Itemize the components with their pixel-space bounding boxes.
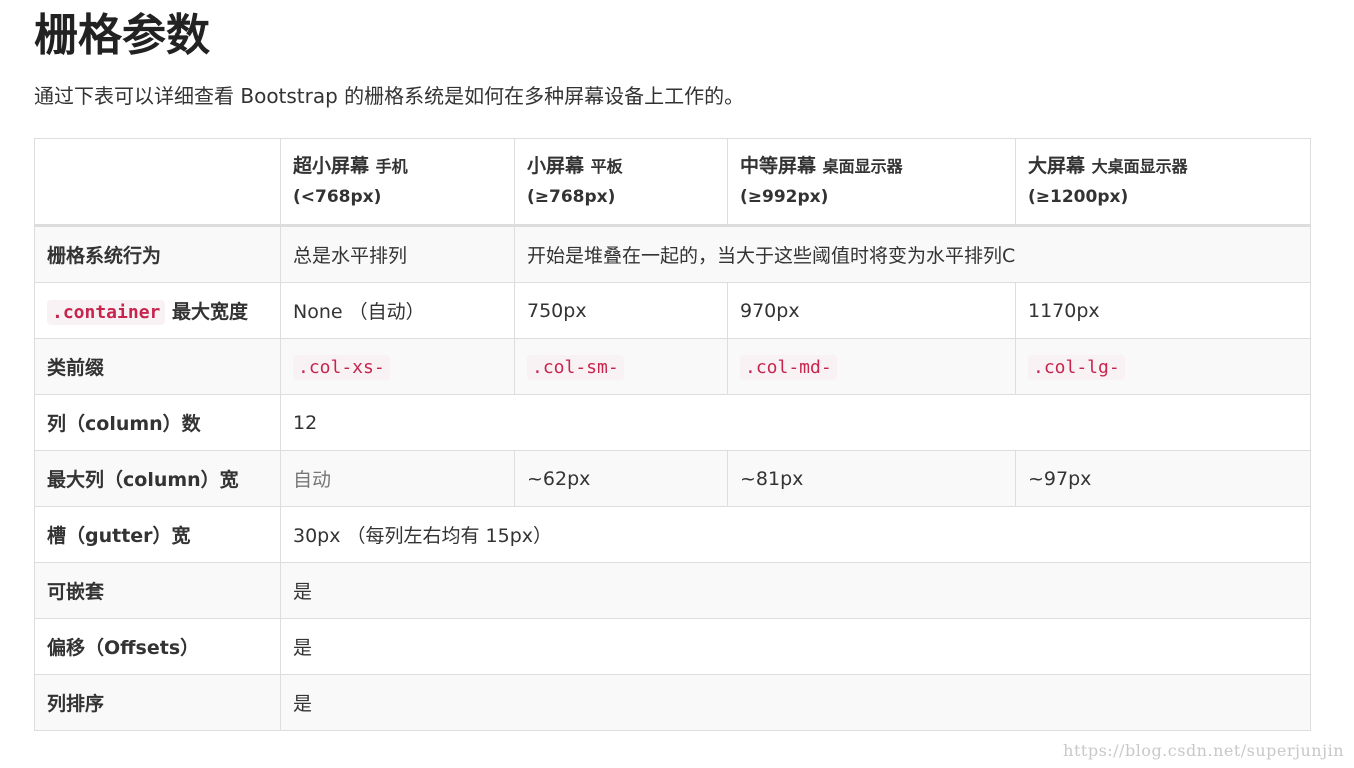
cell-ordering-value: 是 <box>280 674 1311 731</box>
cell-behavior-rest: 开始是堆叠在一起的，当大于这些阈值时将变为水平排列C <box>514 225 1311 283</box>
cell-prefix-xs: .col-xs- <box>280 338 515 395</box>
header-md-title: 中等屏幕 <box>740 155 817 177</box>
table-row-colwidth: 最大列（column）宽 自动 ~62px ~81px ~97px <box>34 450 1311 507</box>
header-lg-range: (≥1200px) <box>1028 187 1129 207</box>
table-row-container: .container 最大宽度 None （自动） 750px 970px 11… <box>34 282 1311 339</box>
row-label-offsets: 偏移（Offsets） <box>34 618 281 675</box>
table-row-nestable: 可嵌套 是 <box>34 562 1311 619</box>
cell-columns-value: 12 <box>280 394 1311 451</box>
row-label-prefix: 类前缀 <box>34 338 281 395</box>
cell-container-lg: 1170px <box>1015 282 1311 339</box>
prefix-sm-code: .col-sm- <box>527 354 624 380</box>
table-row-behavior: 栅格系统行为 总是水平排列 开始是堆叠在一起的，当大于这些阈值时将变为水平排列C <box>34 225 1311 283</box>
table-row-gutter: 槽（gutter）宽 30px （每列左右均有 15px） <box>34 506 1311 563</box>
header-md-range: (≥992px) <box>740 187 829 207</box>
container-code: .container <box>47 300 166 325</box>
row-label-behavior: 栅格系统行为 <box>34 225 281 283</box>
cell-nestable-value: 是 <box>280 562 1311 619</box>
header-sm: 小屏幕 平板 (≥768px) <box>514 138 728 227</box>
header-xs: 超小屏幕 手机 (<768px) <box>280 138 515 227</box>
table-body: 栅格系统行为 总是水平排列 开始是堆叠在一起的，当大于这些阈值时将变为水平排列C… <box>34 225 1311 731</box>
cell-container-sm: 750px <box>514 282 728 339</box>
row-label-colwidth: 最大列（column）宽 <box>34 450 281 507</box>
cell-offsets-value: 是 <box>280 618 1311 675</box>
header-xs-title: 超小屏幕 <box>293 155 370 177</box>
row-label-gutter: 槽（gutter）宽 <box>34 506 281 563</box>
cell-gutter-value: 30px （每列左右均有 15px） <box>280 506 1311 563</box>
table-header: 超小屏幕 手机 (<768px) 小屏幕 平板 (≥768px) 中等屏幕 桌面… <box>34 138 1311 227</box>
header-sm-device: 平板 <box>590 157 623 176</box>
header-lg: 大屏幕 大桌面显示器 (≥1200px) <box>1015 138 1311 227</box>
header-md-device: 桌面显示器 <box>822 157 903 176</box>
table-row-ordering: 列排序 是 <box>34 674 1311 731</box>
header-xs-device: 手机 <box>375 157 408 176</box>
cell-prefix-md: .col-md- <box>727 338 1016 395</box>
prefix-xs-code: .col-xs- <box>293 354 390 380</box>
prefix-md-code: .col-md- <box>740 354 837 380</box>
row-label-ordering: 列排序 <box>34 674 281 731</box>
header-lg-device: 大桌面显示器 <box>1091 157 1188 176</box>
cell-behavior-xs: 总是水平排列 <box>280 225 515 283</box>
header-sm-title: 小屏幕 <box>527 155 585 177</box>
table-row-offsets: 偏移（Offsets） 是 <box>34 618 1311 675</box>
cell-colwidth-lg: ~97px <box>1015 450 1311 507</box>
header-lg-title: 大屏幕 <box>1028 155 1086 177</box>
header-xs-range: (<768px) <box>293 187 382 207</box>
watermark: https://blog.csdn.net/superjunjin <box>1063 741 1344 760</box>
cell-colwidth-md: ~81px <box>727 450 1016 507</box>
intro-paragraph: 通过下表可以详细查看 Bootstrap 的栅格系统是如何在多种屏幕设备上工作的… <box>34 84 745 108</box>
cell-colwidth-xs: 自动 <box>280 450 515 507</box>
prefix-lg-code: .col-lg- <box>1028 354 1125 380</box>
row-label-nestable: 可嵌套 <box>34 562 281 619</box>
grid-options-table: 超小屏幕 手机 (<768px) 小屏幕 平板 (≥768px) 中等屏幕 桌面… <box>34 138 1311 731</box>
header-md: 中等屏幕 桌面显示器 (≥992px) <box>727 138 1016 227</box>
row-label-columns: 列（column）数 <box>34 394 281 451</box>
header-sm-range: (≥768px) <box>527 187 616 207</box>
cell-container-md: 970px <box>727 282 1016 339</box>
cell-colwidth-sm: ~62px <box>514 450 728 507</box>
table-row-columns: 列（column）数 12 <box>34 394 1311 451</box>
cell-prefix-lg: .col-lg- <box>1015 338 1311 395</box>
page-title: 栅格参数 <box>34 10 210 61</box>
table-row-prefix: 类前缀 .col-xs- .col-sm- .col-md- .col-lg- <box>34 338 1311 395</box>
header-empty-cell <box>34 138 281 227</box>
page: 栅格参数 通过下表可以详细查看 Bootstrap 的栅格系统是如何在多种屏幕设… <box>0 0 1354 768</box>
cell-prefix-sm: .col-sm- <box>514 338 728 395</box>
cell-container-xs: None （自动） <box>280 282 515 339</box>
header-row: 超小屏幕 手机 (<768px) 小屏幕 平板 (≥768px) 中等屏幕 桌面… <box>34 138 1311 227</box>
row-label-container: .container 最大宽度 <box>34 282 281 339</box>
container-label-text: 最大宽度 <box>172 301 249 323</box>
